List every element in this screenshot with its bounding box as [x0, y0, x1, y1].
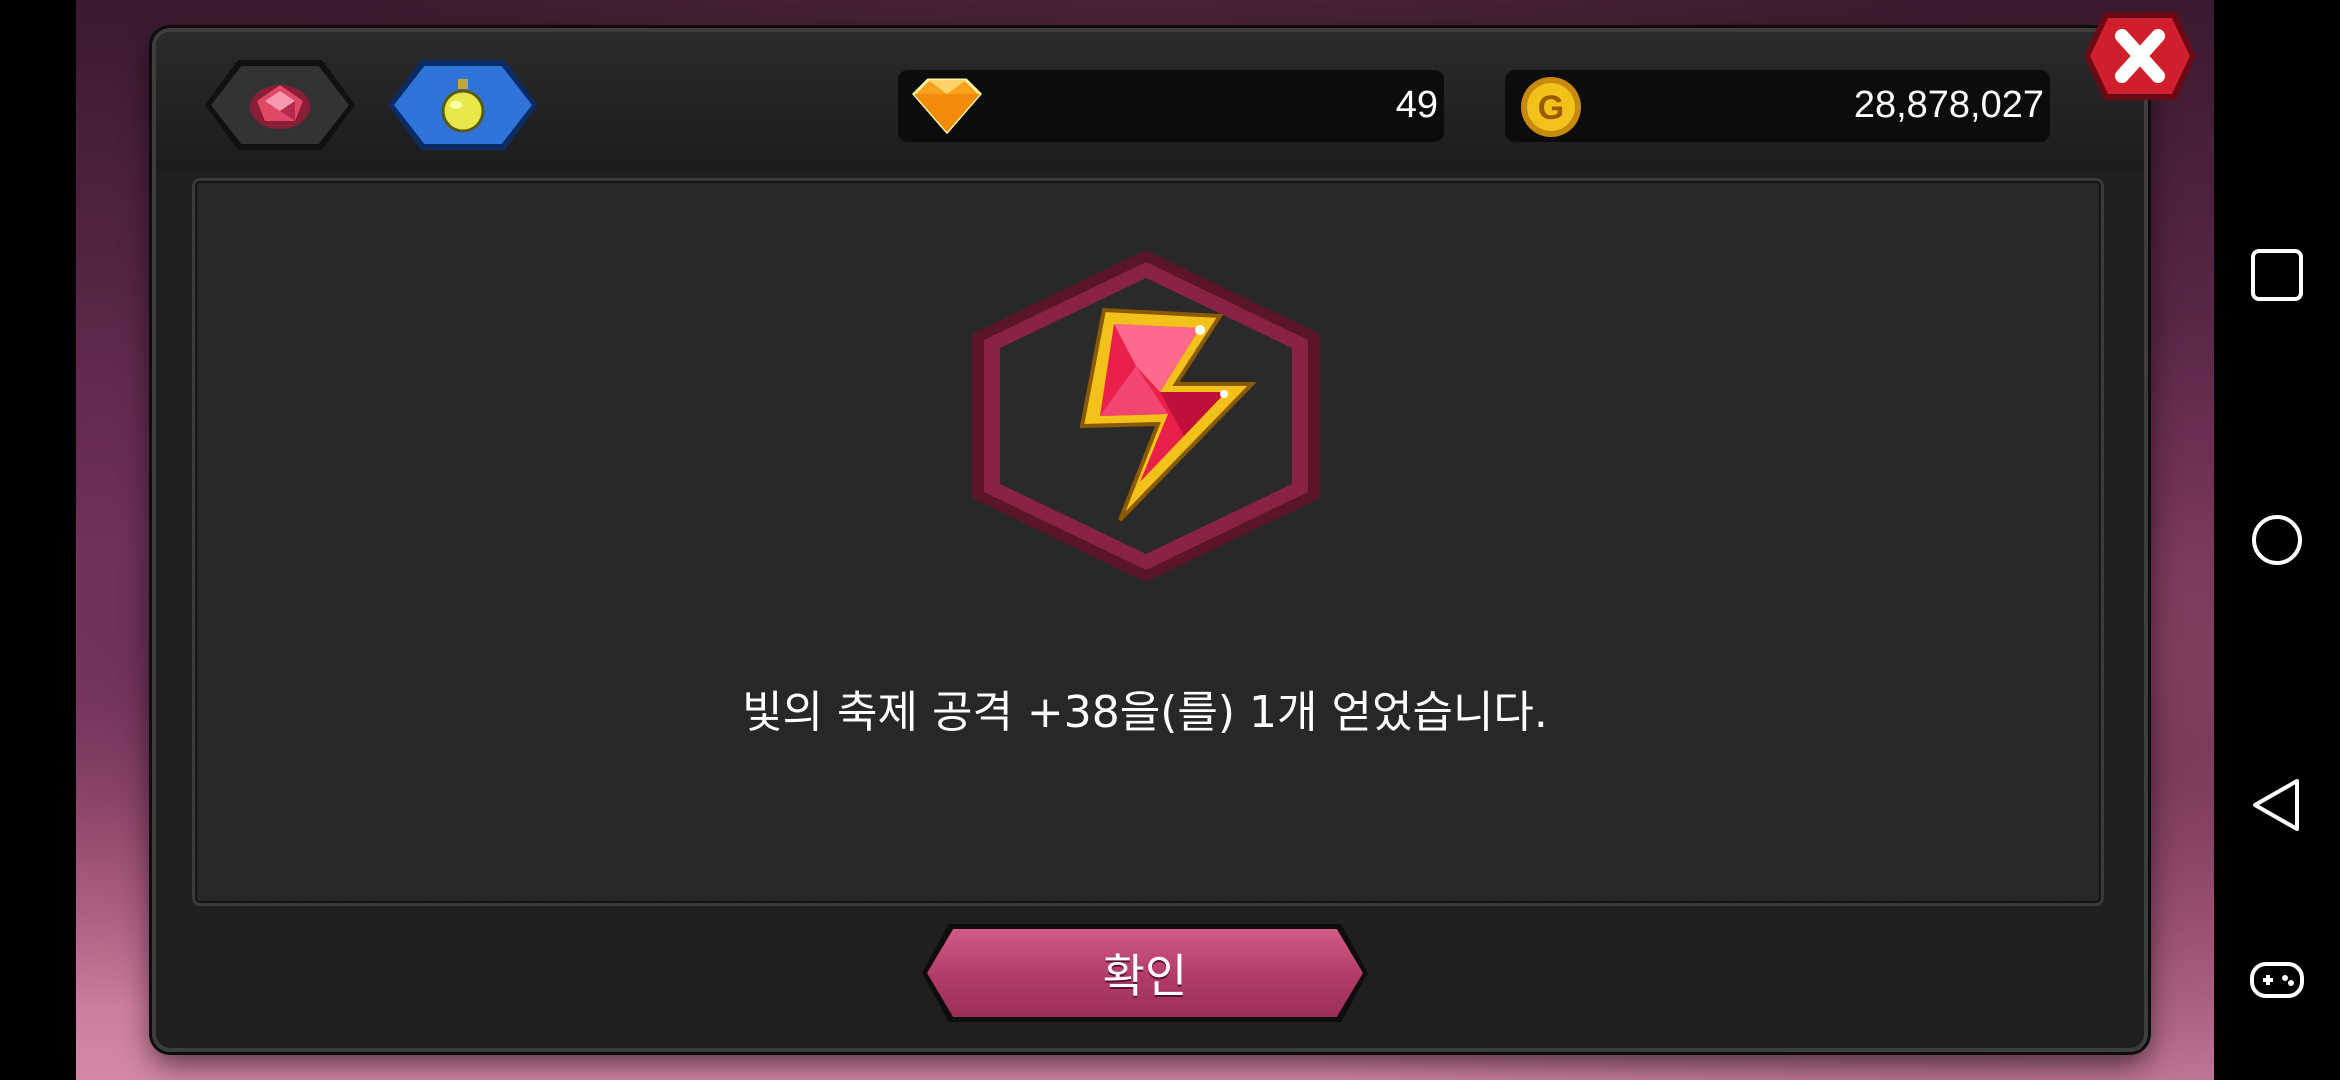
back-icon	[2253, 779, 2299, 831]
recent-apps-button[interactable]	[2214, 220, 2340, 330]
home-button[interactable]	[2214, 485, 2340, 595]
android-nav-bar	[2214, 0, 2340, 1080]
lightning-gem-emblem-icon	[972, 250, 1320, 582]
potion-flask-icon	[441, 79, 485, 133]
confirm-button[interactable]: 확인	[922, 924, 1368, 1022]
recent-apps-icon	[2251, 249, 2303, 301]
reward-message: 빛의 축제 공격 +38을(를) 1개 얻었습니다.	[742, 687, 1548, 738]
back-button[interactable]	[2214, 750, 2340, 860]
svg-text:G: G	[1538, 89, 1564, 127]
diamond-icon	[911, 78, 983, 135]
gold-count: 28,878,027	[1853, 84, 2044, 126]
diamond-count: 49	[1395, 84, 1438, 126]
close-button[interactable]	[2080, 6, 2200, 106]
gold-balance: G 28,878,027	[1505, 70, 2050, 142]
game-controller-icon	[2250, 962, 2304, 998]
ruby-gem-icon	[250, 85, 310, 129]
home-icon	[2252, 515, 2302, 565]
game-mode-button[interactable]	[2214, 925, 2340, 1035]
gold-coin-icon: G	[1521, 77, 1581, 137]
confirm-button-label: 확인	[1102, 949, 1188, 1003]
diamond-balance: 49	[898, 70, 1444, 142]
